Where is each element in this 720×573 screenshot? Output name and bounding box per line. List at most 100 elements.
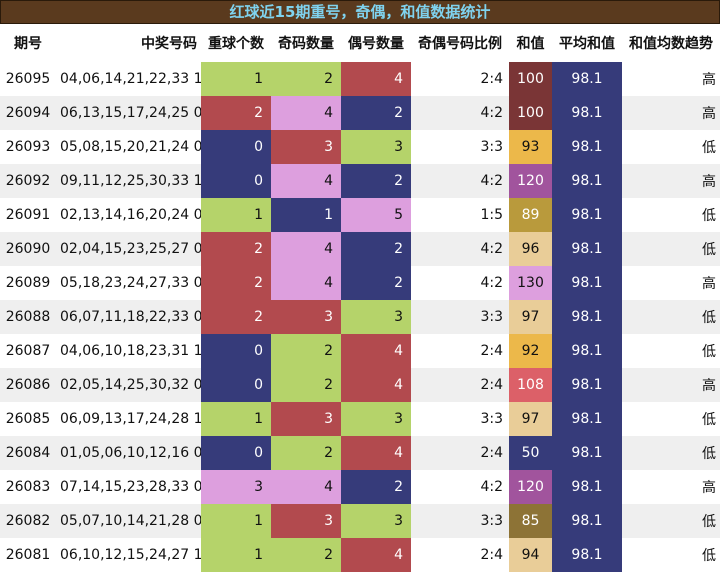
avg-sum-cell: 98.1 — [552, 96, 622, 130]
odd-count-cell: 2 — [271, 334, 341, 368]
odd-count-cell: 1 — [271, 198, 341, 232]
repeat-count-cell: 2 — [201, 96, 271, 130]
issue-cell: 26090 — [0, 232, 56, 266]
avg-sum-cell: 98.1 — [552, 198, 622, 232]
table-body: 26095 04,06,14,21,22,33 16 1 2 4 2:4 100 98.1 高 2… — [0, 62, 720, 572]
header-issue: 期号 — [0, 24, 56, 62]
numbers-cell: 06,13,15,17,24,25 01 — [56, 96, 201, 130]
numbers-cell: 09,11,12,25,30,33 11 — [56, 164, 201, 198]
ratio-cell: 3:3 — [411, 402, 509, 436]
header-avg: 平均和值 — [552, 24, 622, 62]
header-repeat: 重球个数 — [201, 24, 271, 62]
ratio-cell: 1:5 — [411, 198, 509, 232]
issue-cell: 26087 — [0, 334, 56, 368]
odd-count-cell: 2 — [271, 538, 341, 572]
issue-cell: 26094 — [0, 96, 56, 130]
repeat-count-cell: 3 — [201, 470, 271, 504]
header-sum: 和值 — [509, 24, 552, 62]
avg-sum-cell: 98.1 — [552, 130, 622, 164]
avg-sum-cell: 98.1 — [552, 232, 622, 266]
ratio-cell: 3:3 — [411, 504, 509, 538]
ratio-cell: 2:4 — [411, 436, 509, 470]
issue-cell: 26081 — [0, 538, 56, 572]
sum-cell: 97 — [509, 402, 552, 436]
even-count-cell: 2 — [341, 96, 411, 130]
odd-count-cell: 4 — [271, 96, 341, 130]
odd-count-cell: 2 — [271, 436, 341, 470]
issue-cell: 26091 — [0, 198, 56, 232]
odd-count-cell: 3 — [271, 300, 341, 334]
trend-cell: 低 — [622, 436, 720, 470]
numbers-cell: 06,07,11,18,22,33 05 — [56, 300, 201, 334]
table-row: 26091 02,13,14,16,20,24 05 1 1 5 1:5 89 98.1 低 — [0, 198, 720, 232]
avg-sum-cell: 98.1 — [552, 470, 622, 504]
repeat-count-cell: 2 — [201, 300, 271, 334]
sum-cell: 120 — [509, 164, 552, 198]
ratio-cell: 2:4 — [411, 334, 509, 368]
sum-cell: 89 — [509, 198, 552, 232]
avg-sum-cell: 98.1 — [552, 436, 622, 470]
trend-cell: 高 — [622, 164, 720, 198]
trend-cell: 低 — [622, 232, 720, 266]
table-row: 26081 06,10,12,15,24,27 12 1 2 4 2:4 94 98.1 低 — [0, 538, 720, 572]
trend-cell: 低 — [622, 504, 720, 538]
even-count-cell: 3 — [341, 402, 411, 436]
repeat-count-cell: 2 — [201, 266, 271, 300]
repeat-count-cell: 0 — [201, 164, 271, 198]
issue-cell: 26085 — [0, 402, 56, 436]
trend-cell: 高 — [622, 62, 720, 96]
even-count-cell: 4 — [341, 538, 411, 572]
numbers-cell: 02,05,14,25,30,32 05 — [56, 368, 201, 402]
trend-cell: 低 — [622, 130, 720, 164]
table-row: 26086 02,05,14,25,30,32 05 0 2 4 2:4 108 98.1 高 — [0, 368, 720, 402]
trend-cell: 低 — [622, 334, 720, 368]
table-row: 26094 06,13,15,17,24,25 01 2 4 2 4:2 100 98.1 高 — [0, 96, 720, 130]
trend-cell: 高 — [622, 96, 720, 130]
issue-cell: 26095 — [0, 62, 56, 96]
odd-count-cell: 2 — [271, 368, 341, 402]
odd-count-cell: 3 — [271, 504, 341, 538]
table-row: 26082 05,07,10,14,21,28 04 1 3 3 3:3 85 98.1 低 — [0, 504, 720, 538]
trend-cell: 低 — [622, 300, 720, 334]
repeat-count-cell: 1 — [201, 198, 271, 232]
issue-cell: 26084 — [0, 436, 56, 470]
avg-sum-cell: 98.1 — [552, 538, 622, 572]
numbers-cell: 07,14,15,23,28,33 03 — [56, 470, 201, 504]
table-row: 26095 04,06,14,21,22,33 16 1 2 4 2:4 100 98.1 高 — [0, 62, 720, 96]
repeat-count-cell: 1 — [201, 538, 271, 572]
numbers-cell: 06,09,13,17,24,28 15 — [56, 402, 201, 436]
sum-cell: 100 — [509, 96, 552, 130]
even-count-cell: 3 — [341, 504, 411, 538]
odd-count-cell: 4 — [271, 470, 341, 504]
sum-cell: 108 — [509, 368, 552, 402]
ratio-cell: 2:4 — [411, 538, 509, 572]
repeat-count-cell: 0 — [201, 334, 271, 368]
sum-cell: 120 — [509, 470, 552, 504]
numbers-cell: 02,04,15,23,25,27 03 — [56, 232, 201, 266]
repeat-count-cell: 1 — [201, 504, 271, 538]
header-row: 期号 中奖号码 重球个数 奇码数量 偶号数量 奇偶号码比例 和值 平均和值 和值… — [0, 24, 720, 62]
sum-cell: 50 — [509, 436, 552, 470]
even-count-cell: 3 — [341, 300, 411, 334]
even-count-cell: 4 — [341, 62, 411, 96]
trend-cell: 低 — [622, 538, 720, 572]
even-count-cell: 3 — [341, 130, 411, 164]
ratio-cell: 4:2 — [411, 232, 509, 266]
numbers-cell: 04,06,10,18,23,31 11 — [56, 334, 201, 368]
numbers-cell: 01,05,06,10,12,16 05 — [56, 436, 201, 470]
trend-cell: 低 — [622, 198, 720, 232]
numbers-cell: 02,13,14,16,20,24 05 — [56, 198, 201, 232]
table-row: 26093 05,08,15,20,21,24 09 0 3 3 3:3 93 98.1 低 — [0, 130, 720, 164]
numbers-cell: 04,06,14,21,22,33 16 — [56, 62, 201, 96]
repeat-count-cell: 0 — [201, 368, 271, 402]
repeat-count-cell: 0 — [201, 436, 271, 470]
odd-count-cell: 3 — [271, 130, 341, 164]
issue-cell: 26082 — [0, 504, 56, 538]
avg-sum-cell: 98.1 — [552, 62, 622, 96]
trend-cell: 高 — [622, 368, 720, 402]
sum-cell: 94 — [509, 538, 552, 572]
issue-cell: 26092 — [0, 164, 56, 198]
table-row: 26083 07,14,15,23,28,33 03 3 4 2 4:2 120 98.1 高 — [0, 470, 720, 504]
ratio-cell: 4:2 — [411, 96, 509, 130]
sum-cell: 130 — [509, 266, 552, 300]
